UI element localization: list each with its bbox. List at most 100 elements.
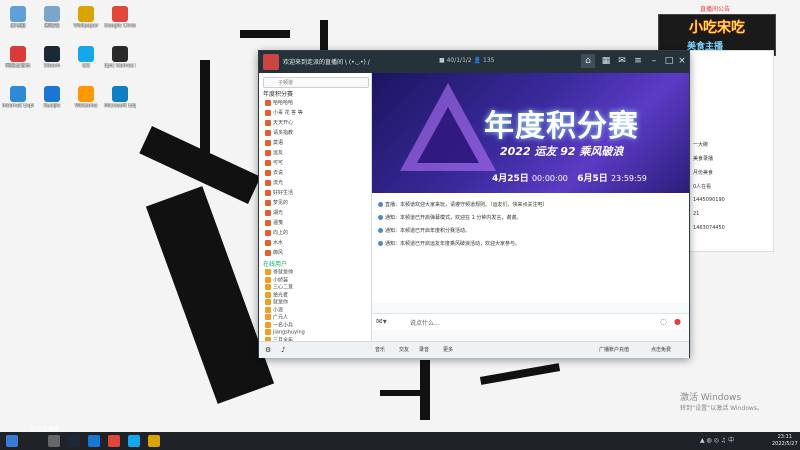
app-icon [112,46,128,62]
channel-row[interactable]: 御风 [265,249,367,258]
channel-row[interactable]: 可可 [265,159,367,168]
bell-icon[interactable]: ✉ [615,54,629,68]
desktop-icon[interactable]: Microsoft Edge [104,86,136,109]
menu-icon[interactable]: ≡ [631,54,645,68]
channel-row-label: 哈哈哈哈 [273,100,294,106]
channel-row[interactable]: 天天开心 [265,119,367,128]
channel-row-icon [265,149,271,156]
banner-title: 年度积分赛 [484,109,639,144]
channel-row[interactable]: 好好生活 [265,189,367,198]
grid-icon[interactable]: ▦ [599,54,613,68]
user-badge-icon [265,314,271,320]
online-user-row[interactable]: 哥就是帅 [265,269,367,276]
desktop-icon-label: Kuaijie [43,103,61,109]
desktop-icon-label: Microsoft Edge [104,103,136,109]
chat-message-text: 通知：本频道已开启年度积分赛活动。 [385,228,471,234]
desktop-icon[interactable]: 此电脑 [2,6,34,29]
channel-row[interactable]: 梦见的 [265,199,367,208]
channel-row-label: 温笺 [273,220,284,226]
desktop-icon[interactable]: QQ [70,46,102,69]
maximize-icon[interactable]: □ [662,54,676,68]
channel-search-input[interactable]: 子频道 [263,77,369,88]
channel-row-icon [265,169,271,176]
chat-input-row[interactable]: ✉▾ 说点什么... ◌ ● [372,313,689,330]
chat-input[interactable]: 说点什么... [410,318,440,327]
mic-icon[interactable]: ● [674,317,681,326]
steam-taskbar-icon[interactable] [68,435,80,447]
app-taskbar-icon[interactable] [148,435,160,447]
desktop-icon[interactable]: 回收站 [36,6,68,29]
title-bar[interactable]: 欢迎来到走派的直播间 \ (•◡•) / ■ 40/1/1/2 👤 135 ⌂ … [259,51,689,73]
channel-row-icon [265,219,271,226]
task-view-icon[interactable] [48,435,60,447]
right-panel-item: 1463074450 [693,225,725,231]
desktop-icon[interactable]: Kuaijie [36,86,68,109]
channel-row[interactable]: 去说 [265,169,367,178]
online-user-row[interactable]: 一名小兵 [265,321,367,329]
online-user-row[interactable]: 小娇装 [265,276,367,284]
channel-row[interactable]: 水水 [265,239,367,248]
online-user-row[interactable]: 就是你 [265,299,367,306]
desktop-icon-label: Wallpaper [73,23,99,29]
chat-message-text: 通知：本频道已开启弹幕模式，欢迎在 1 分钟内发言，谢谢。 [385,215,522,221]
home-icon[interactable]: ⌂ [581,54,595,68]
online-user-row[interactable]: 拾光者 [265,291,367,299]
desktop-icon[interactable]: 网易云音乐 [2,46,34,69]
free-link[interactable]: 点击免费 [651,346,671,353]
user-badge-icon [265,269,271,275]
channel-row[interactable]: 小毒 花 答 等 [265,109,367,118]
close-icon[interactable]: × [675,54,689,68]
windows-activation-watermark: 激活 Windows 转到“设置”以激活 Windows。 [680,390,763,412]
event-banner[interactable]: 年度积分赛 2022 运友 92 乘风破浪 4月25日 00:00:00 6月5… [372,73,689,193]
desktop-icon[interactable]: Epic Games Launcher [104,46,136,69]
desktop-icon-label: QQ [82,63,90,69]
emoji-icon[interactable]: ✉▾ [376,317,387,326]
channel-row[interactable]: 流光 [265,179,367,188]
online-user-row[interactable]: 三心二意 [265,284,367,291]
kuaijie-taskbar-icon[interactable] [88,435,100,447]
channel-row[interactable]: 运友 [265,149,367,158]
channel-row-icon [265,179,271,186]
desktop-icon[interactable]: Google Chrome [104,6,136,29]
channel-avatar[interactable] [263,54,279,70]
channel-row-icon [265,199,271,206]
desktop-icon[interactable]: Wallpaper [70,6,102,29]
clock[interactable]: 23:11 2022/5/27 [772,434,798,448]
desktop-icon[interactable]: WeGame [70,86,102,109]
channel-row[interactable]: 哈哈哈哈 [265,99,367,108]
channel-row-icon [265,189,271,196]
bottom-item-more[interactable]: 更多 [443,346,453,353]
desktop-icon[interactable]: Internet Explorer [2,86,34,109]
channel-row-icon [265,109,271,116]
online-user-row[interactable]: 小浪 [265,306,367,314]
channel-row[interactable]: 湖光 [265,209,367,218]
app-icon [44,86,60,102]
channel-row-label: 湖光 [273,210,284,216]
online-user-name: 拾光者 [273,292,289,298]
bottom-item-record[interactable]: 录音 [419,346,429,353]
channel-row[interactable]: 向上的 [265,229,367,238]
speaker-icon[interactable]: ♪ [281,346,285,354]
banner-date-start: 4月25日 [492,174,529,184]
qq-taskbar-icon[interactable] [128,435,140,447]
channel-row[interactable]: 温笺 [265,219,367,228]
settings-icon[interactable]: ⚙ [265,346,271,354]
channel-row-icon [265,159,271,166]
online-user-name: 哥就是帅 [273,269,294,276]
recharge-link[interactable]: 广播账户充值 [599,346,629,353]
chat-bubble-icon[interactable]: ◌ [660,317,667,326]
channel-row-icon [265,99,271,106]
desktop-icon[interactable]: Steam [36,46,68,69]
online-user-row[interactable]: 广元人 [265,314,367,321]
bottom-item-friends[interactable]: 交友 [399,346,409,353]
minimize-icon[interactable]: – [647,54,661,68]
online-user-row[interactable]: jiangshuying [265,329,367,336]
channel-row-icon [265,129,271,136]
channel-row[interactable]: 莫语 [265,139,367,148]
system-tray[interactable]: ▲ ◍ ◎ ♫ 中 [700,435,734,444]
desktop-icon-label: 此电脑 [10,23,26,29]
chrome-taskbar-icon[interactable] [108,435,120,447]
bottom-item-music[interactable]: 音乐 [375,346,385,353]
start-icon[interactable] [6,435,18,447]
channel-row[interactable]: 请多指教 [265,129,367,138]
